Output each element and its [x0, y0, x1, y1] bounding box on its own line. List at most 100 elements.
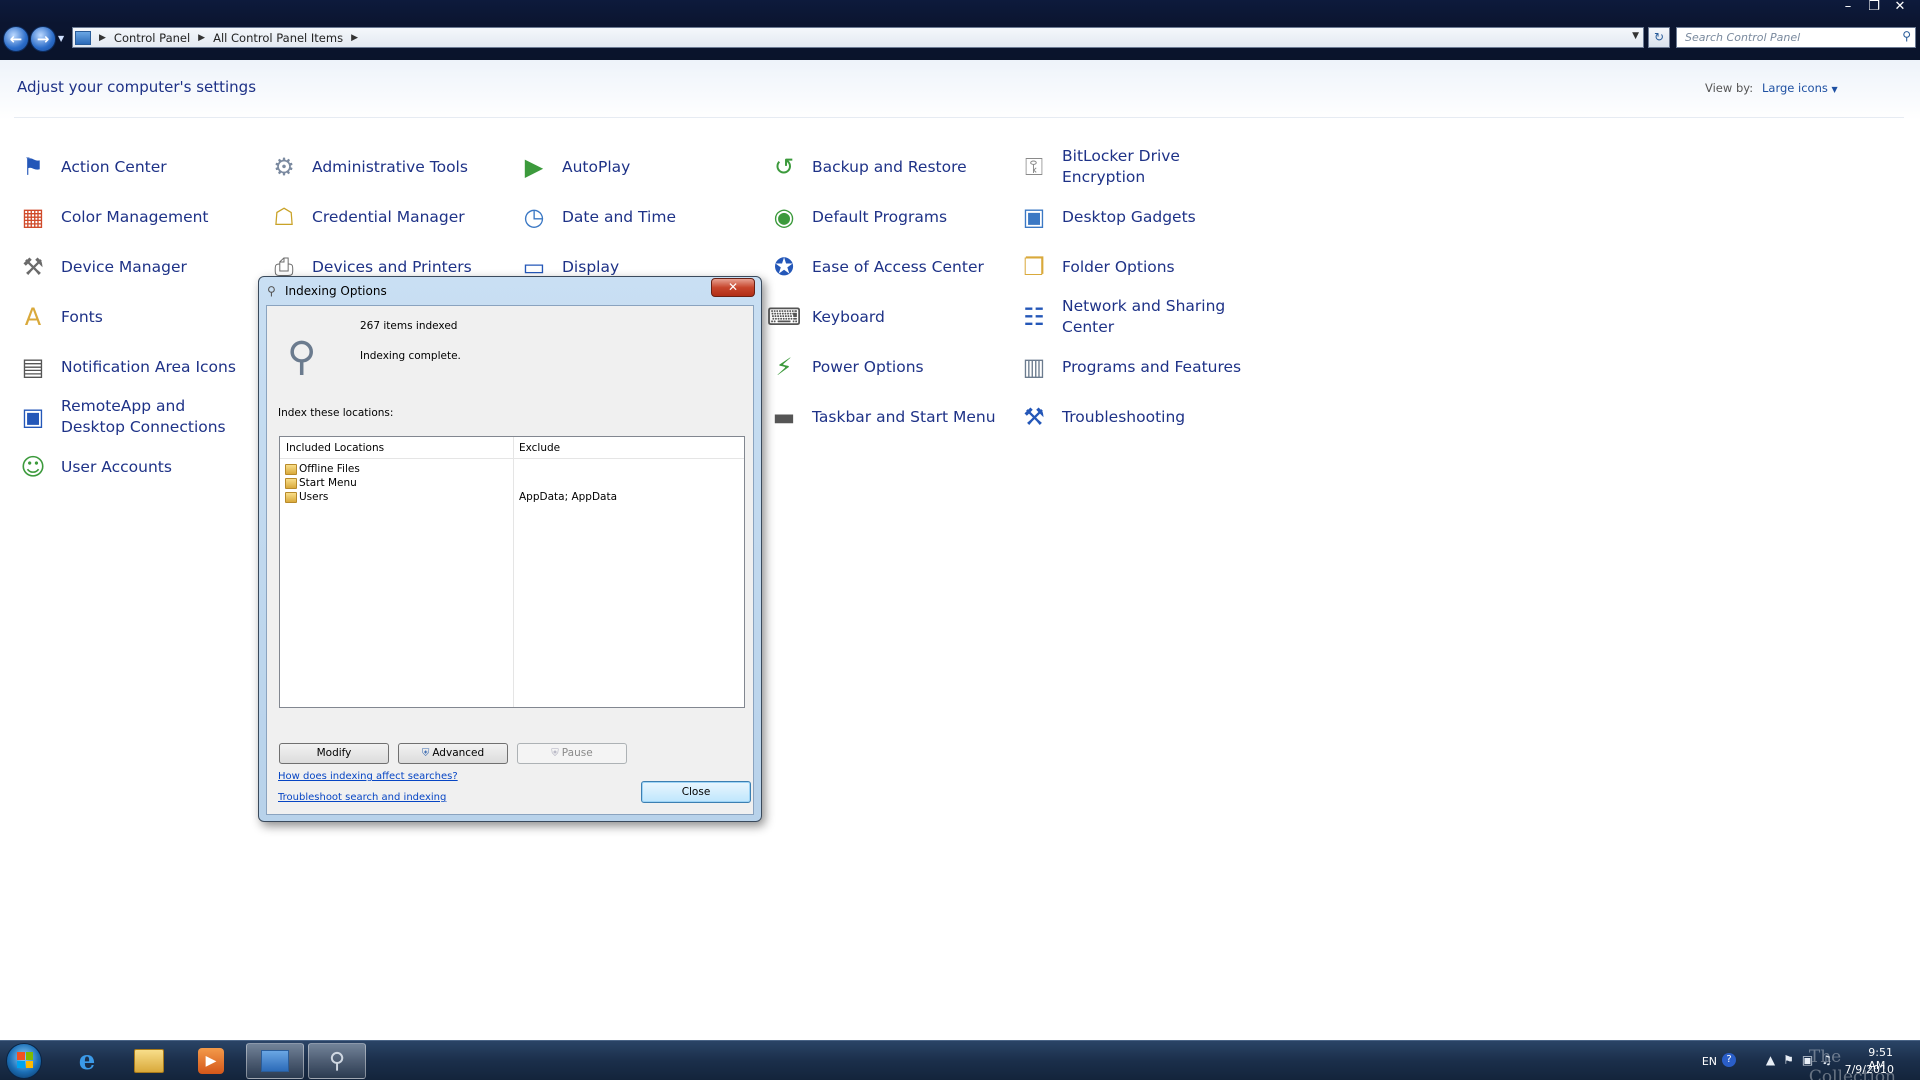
cp-item-keyboard[interactable]: ⌨ Keyboard: [767, 297, 885, 337]
cp-item-ease-of-access-center[interactable]: ✪ Ease of Access Center: [768, 247, 984, 287]
media-player-icon[interactable]: ▶: [182, 1043, 240, 1079]
chevron-right-icon[interactable]: ▶: [198, 33, 205, 43]
cp-item-label: Keyboard: [812, 307, 885, 326]
cp-item-label: Notification Area Icons: [61, 357, 236, 376]
close-button[interactable]: Close: [641, 781, 751, 803]
cp-item-date-and-time[interactable]: ◷ Date and Time: [518, 197, 676, 237]
list-item[interactable]: Users: [285, 489, 328, 505]
volume-icon[interactable]: ♫: [1821, 1053, 1840, 1067]
cp-item-programs-and-features[interactable]: ▥ Programs and Features: [1018, 347, 1241, 387]
cp-item-desktop-gadgets[interactable]: ▣ Desktop Gadgets: [1018, 197, 1196, 237]
taskbar: e ▶ ⚲ The Collection Book EN ? ▲⚑▣♫ 9:51…: [0, 1040, 1920, 1080]
modify-button[interactable]: Modify: [279, 743, 389, 764]
column-header-exclude[interactable]: Exclude: [519, 442, 560, 454]
minimize-button[interactable]: –: [1836, 0, 1860, 16]
taskbar-icon: ▬: [772, 403, 796, 431]
pause-button[interactable]: ⛨ Pause: [517, 743, 627, 764]
chevron-right-icon[interactable]: ▶: [351, 33, 358, 43]
cp-item-device-manager[interactable]: ⚒ Device Manager: [17, 247, 187, 287]
shield-icon: ⛨: [551, 748, 559, 759]
view-by-dropdown[interactable]: Large icons ▼: [1762, 81, 1838, 95]
cp-item-autoplay[interactable]: ▶ AutoPlay: [518, 147, 631, 187]
cp-item-folder-options[interactable]: ❐ Folder Options: [1018, 247, 1174, 287]
cp-item-network-and-sharing-center[interactable]: ☷ Network and Sharing Center: [1018, 297, 1247, 337]
control-panel-icon: [75, 30, 91, 45]
address-bar[interactable]: ▶ Control Panel ▶ All Control Panel Item…: [72, 27, 1644, 48]
action-center-flag-icon[interactable]: ⚑: [1783, 1053, 1802, 1067]
cp-item-troubleshooting[interactable]: ⚒ Troubleshooting: [1018, 397, 1185, 437]
cp-item-label: Power Options: [812, 357, 924, 376]
language-indicator[interactable]: EN: [1702, 1055, 1717, 1068]
cp-item-administrative-tools[interactable]: ⚙ Administrative Tools: [268, 147, 468, 187]
indexing-options-icon[interactable]: ⚲: [308, 1043, 366, 1079]
user-accounts-icon: ☺: [20, 453, 46, 481]
cp-item-label: AutoPlay: [562, 157, 631, 176]
forward-button[interactable]: →: [30, 26, 56, 52]
date-time-icon: ◷: [523, 203, 545, 231]
cp-item-label: User Accounts: [61, 457, 172, 476]
refresh-button[interactable]: ↻: [1648, 27, 1670, 48]
cp-item-fonts[interactable]: A Fonts: [17, 297, 103, 337]
column-header-included[interactable]: Included Locations: [286, 442, 384, 454]
cp-item-backup-and-restore[interactable]: ↺ Backup and Restore: [768, 147, 967, 187]
chevron-right-icon[interactable]: ▶: [99, 33, 106, 43]
advanced-label: Advanced: [432, 747, 485, 759]
cp-item-remoteapp-and-desktop-connections[interactable]: ▣ RemoteApp and Desktop Connections: [17, 397, 246, 437]
location-name: Users: [299, 491, 329, 503]
cp-item-label: Default Programs: [812, 207, 948, 226]
cp-item-label: Programs and Features: [1062, 357, 1242, 376]
chevron-down-icon: ▼: [1831, 85, 1838, 94]
cp-item-power-options[interactable]: ⚡ Power Options: [768, 347, 924, 387]
search-input[interactable]: Search Control Panel ⚲: [1676, 27, 1916, 48]
windows-explorer-icon[interactable]: [120, 1043, 178, 1079]
network-icon: ☷: [1023, 303, 1045, 331]
fonts-icon: A: [24, 303, 42, 331]
items-indexed-count: 267 items indexed: [360, 320, 458, 332]
cp-item-label: Color Management: [61, 207, 209, 226]
cp-item-taskbar-and-start-menu[interactable]: ▬ Taskbar and Start Menu: [768, 397, 996, 437]
power-options-icon: ⚡: [775, 353, 793, 381]
indexing-options-icon: ⚲: [267, 284, 276, 298]
help-link[interactable]: How does indexing affect searches?: [278, 771, 458, 782]
search-icon[interactable]: ⚲: [1902, 29, 1911, 43]
recent-pages-dropdown[interactable]: ▼: [58, 34, 64, 43]
restore-button[interactable]: ❐: [1862, 0, 1886, 16]
folder-options-icon: ❐: [1023, 253, 1045, 281]
cp-item-label: BitLocker Drive Encryption: [1062, 147, 1180, 186]
windows-logo-icon: [17, 1052, 33, 1068]
folder-icon: [285, 491, 297, 503]
cp-item-action-center[interactable]: ⚑ Action Center: [17, 147, 166, 187]
cp-item-label: Administrative Tools: [312, 157, 468, 176]
control-panel-icon[interactable]: [246, 1043, 304, 1079]
show-hidden-icon[interactable]: ▲: [1766, 1053, 1783, 1067]
network-icon[interactable]: ▣: [1802, 1053, 1821, 1067]
breadcrumb-control-panel[interactable]: Control Panel: [114, 31, 190, 45]
locations-list[interactable]: Included Locations Exclude Offline Files…: [279, 436, 745, 708]
advanced-button[interactable]: ⛨ Advanced: [398, 743, 508, 764]
cp-item-color-management[interactable]: ▦ Color Management: [17, 197, 209, 237]
cp-item-label: Fonts: [61, 307, 103, 326]
color-management-icon: ▦: [21, 203, 45, 231]
close-window-button[interactable]: ✕: [1888, 0, 1912, 16]
dialog-close-button[interactable]: ✕: [711, 278, 755, 297]
autoplay-icon: ▶: [524, 153, 544, 181]
chevron-down-icon[interactable]: ▼: [1632, 31, 1639, 41]
cp-item-label: Backup and Restore: [812, 157, 967, 176]
tray-icons[interactable]: ▲⚑▣♫: [1766, 1053, 1840, 1067]
cp-item-credential-manager[interactable]: ☖ Credential Manager: [268, 197, 464, 237]
cp-item-user-accounts[interactable]: ☺ User Accounts: [17, 447, 172, 487]
breadcrumb-all-items[interactable]: All Control Panel Items: [213, 31, 343, 45]
clock-date[interactable]: 7/9/2010: [1845, 1063, 1894, 1076]
backup-icon: ↺: [773, 153, 795, 181]
troubleshoot-link[interactable]: Troubleshoot search and indexing: [278, 792, 446, 803]
help-icon[interactable]: ?: [1722, 1053, 1736, 1067]
page-header: Adjust your computer's settings View by:…: [0, 60, 1920, 120]
cp-item-default-programs[interactable]: ◉ Default Programs: [768, 197, 948, 237]
column-divider: [513, 437, 514, 707]
cp-item-bitlocker-drive-encryption[interactable]: ⚿ BitLocker Drive Encryption: [1018, 147, 1247, 187]
start-button[interactable]: [6, 1043, 42, 1079]
internet-explorer-icon[interactable]: e: [58, 1043, 116, 1079]
back-button[interactable]: ←: [3, 26, 29, 52]
list-header: Included Locations Exclude: [280, 437, 744, 459]
cp-item-notification-area-icons[interactable]: ▤ Notification Area Icons: [17, 347, 236, 387]
